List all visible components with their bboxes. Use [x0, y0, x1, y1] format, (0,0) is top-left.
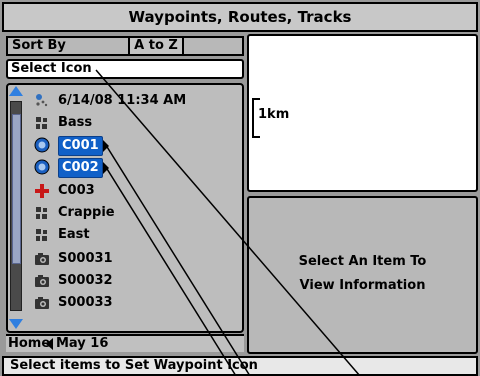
map-scale-label: 1km [258, 107, 290, 122]
scroll-down-icon[interactable] [9, 319, 23, 329]
list-item-label: C001 [58, 136, 103, 156]
list-item-label: S00032 [58, 273, 113, 288]
list-item[interactable]: East [34, 224, 234, 246]
home-bar[interactable]: Home May 16 [6, 334, 244, 352]
scroll-up-icon[interactable] [9, 86, 23, 96]
track-icon [34, 93, 50, 109]
camera-icon [34, 295, 50, 311]
fish-icon [34, 227, 50, 243]
status-bar: Select items to Set Waypoint Icon [2, 356, 478, 376]
camera-icon [34, 273, 50, 289]
date-label: May 16 [56, 336, 109, 351]
chevron-left-icon [46, 338, 53, 350]
sort-by-row[interactable]: Sort By A to Z [6, 36, 244, 56]
list-item[interactable]: Crappie [34, 202, 234, 224]
list-item[interactable]: S00033 [34, 292, 234, 314]
caret-right-icon [103, 140, 109, 152]
list-item[interactable]: S00031 [34, 248, 234, 270]
blue-circle-icon [34, 159, 50, 175]
caret-right-icon [103, 162, 109, 174]
camera-icon [34, 251, 50, 267]
list-item-label: Crappie [58, 205, 115, 220]
list-item-label: East [58, 227, 90, 242]
window-title: Waypoints, Routes, Tracks [2, 2, 478, 32]
blue-circle-icon [34, 137, 50, 153]
info-message-line2: View Information [299, 278, 426, 293]
scrollbar-thumb[interactable] [12, 114, 21, 264]
list-item-label: S00031 [58, 251, 113, 266]
device-screen: Waypoints, Routes, Tracks Sort By A to Z… [0, 0, 480, 376]
fish-icon [34, 115, 50, 131]
red-cross-icon [34, 183, 50, 199]
sort-order-value[interactable]: A to Z [128, 38, 184, 54]
list-item-label: C003 [58, 183, 95, 198]
list-item-label: 6/14/08 11:34 AM [58, 93, 187, 108]
list-item[interactable]: Bass [34, 112, 234, 134]
home-label: Home [8, 336, 51, 351]
list-item[interactable]: 6/14/08 11:34 AM [34, 90, 234, 112]
list-item[interactable]: C003 [34, 180, 234, 202]
list-item-label: C002 [58, 158, 103, 178]
list-item-selected[interactable]: C002 [34, 156, 234, 178]
fish-icon [34, 205, 50, 221]
select-icon-field[interactable]: Select Icon [6, 59, 244, 79]
list-item[interactable]: S00032 [34, 270, 234, 292]
info-pane [247, 196, 478, 354]
info-message-line1: Select An Item To [298, 254, 427, 269]
list-item-label: Bass [58, 115, 93, 130]
sort-by-label: Sort By [12, 38, 66, 53]
list-item-selected[interactable]: C001 [34, 134, 234, 156]
list-item-label: S00033 [58, 295, 113, 310]
